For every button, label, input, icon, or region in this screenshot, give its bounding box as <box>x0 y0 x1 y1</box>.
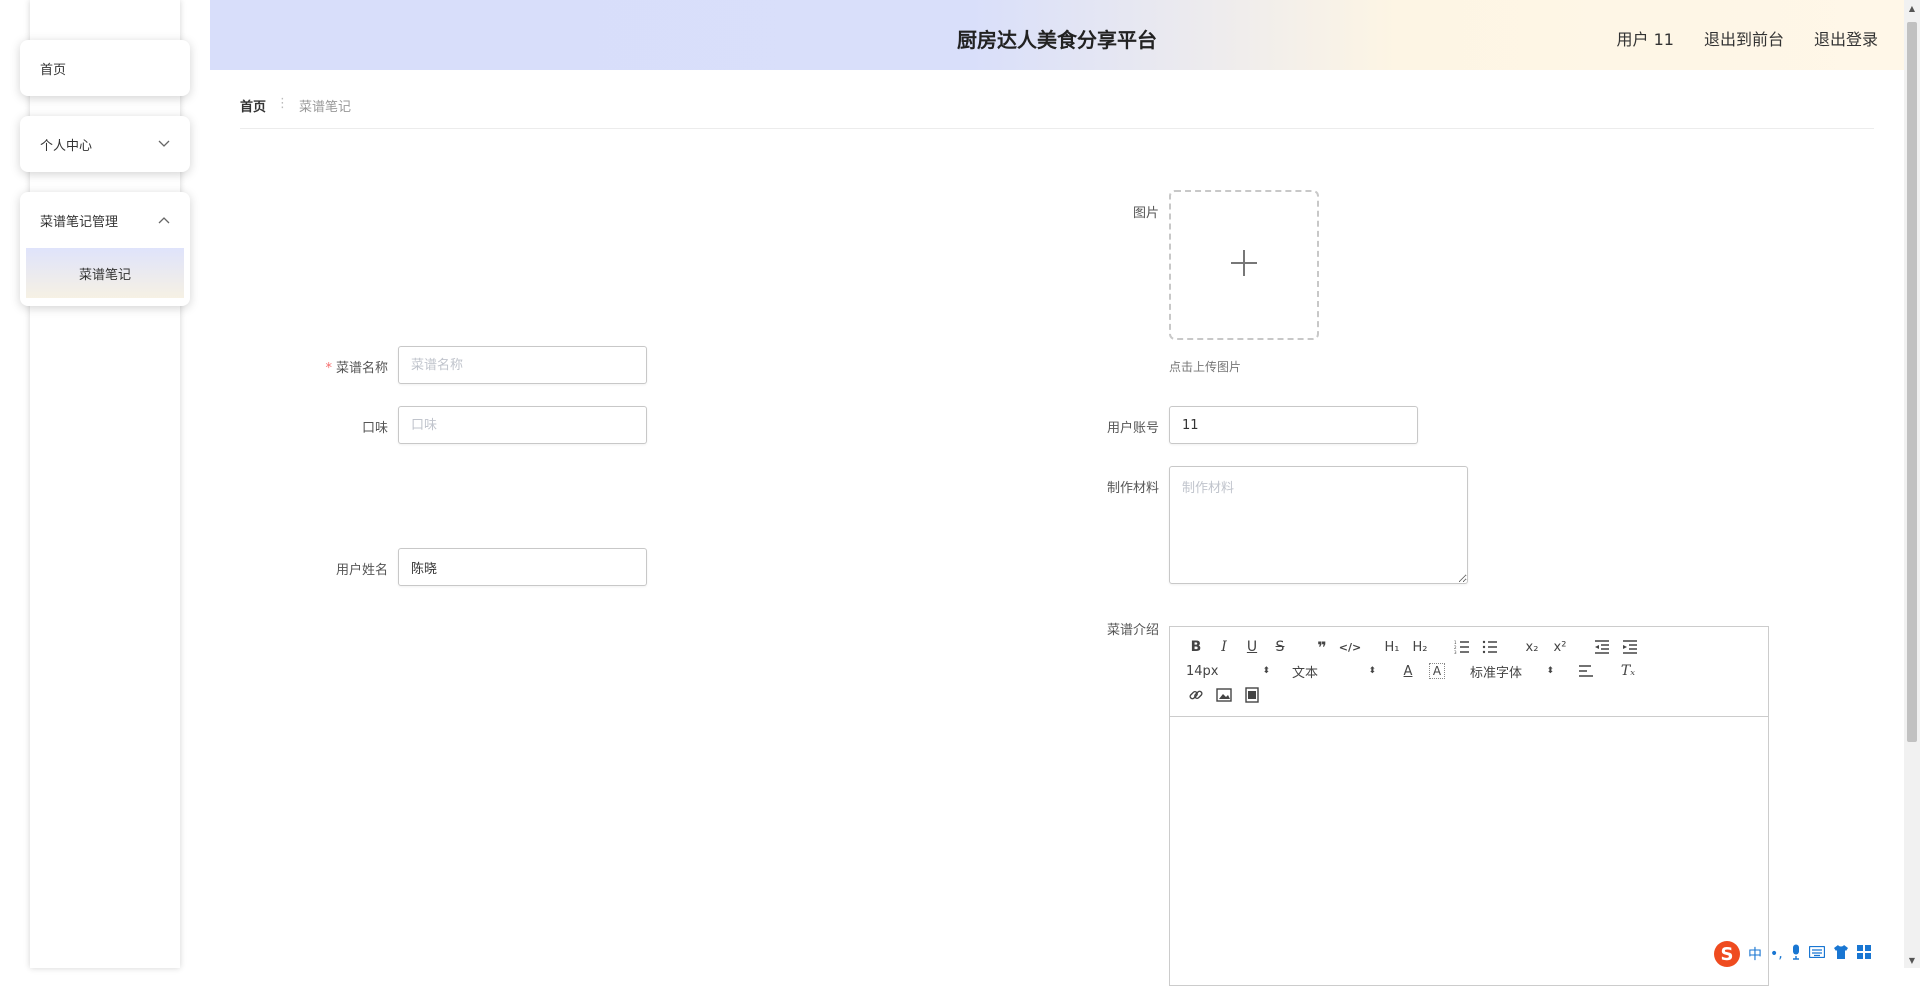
sidebar-item-label: 首页 <box>40 62 67 78</box>
sogou-logo-icon[interactable]: S <box>1714 941 1740 967</box>
logout-link[interactable]: 退出登录 <box>1814 26 1878 50</box>
user-label[interactable]: 用户 11 <box>1617 26 1674 50</box>
punctuation-icon[interactable]: •, <box>1770 946 1783 962</box>
font-size-value: 14px <box>1186 663 1219 679</box>
breadcrumb: 首页 ⋮ 菜谱笔记 <box>240 96 1874 129</box>
paragraph-select[interactable]: 文本 ⬍ <box>1288 662 1380 681</box>
recipe-name-label-text: 菜谱名称 <box>335 361 388 376</box>
recipe-name-input[interactable] <box>398 346 647 384</box>
scroll-up-icon[interactable]: ▲ <box>1904 0 1920 16</box>
ime-mode[interactable]: 中 <box>1748 944 1762 964</box>
intro-label: 菜谱介绍 <box>1106 623 1159 638</box>
breadcrumb-current: 菜谱笔记 <box>299 100 352 115</box>
grid-menu-icon[interactable] <box>1856 945 1871 963</box>
indent-icon[interactable] <box>1616 635 1644 659</box>
keyboard-icon[interactable] <box>1808 945 1825 962</box>
underline-icon[interactable]: U <box>1238 635 1266 659</box>
select-arrows-icon: ⬍ <box>1262 666 1270 676</box>
microphone-icon[interactable] <box>1791 944 1801 964</box>
bullet-list-icon[interactable] <box>1476 635 1504 659</box>
paragraph-value: 文本 <box>1292 665 1319 681</box>
background-color-icon[interactable]: A <box>1429 663 1445 679</box>
taste-input[interactable] <box>398 406 647 444</box>
page-scrollbar[interactable]: ▲ ▼ <box>1904 0 1920 968</box>
outdent-icon[interactable] <box>1588 635 1616 659</box>
font-family-value: 标准字体 <box>1470 665 1523 681</box>
materials-label: 制作材料 <box>1106 481 1159 496</box>
user-account-label: 用户账号 <box>1106 421 1159 436</box>
sidebar-item-label: 菜谱笔记管理 <box>40 214 119 230</box>
ime-toolbar: S 中 •, <box>1714 940 1890 968</box>
subscript-icon[interactable]: x₂ <box>1518 635 1546 659</box>
heading-2-icon[interactable]: H₂ <box>1406 635 1434 659</box>
sidebar-item-personal-center[interactable]: 个人中心 <box>20 116 190 172</box>
chevron-down-icon <box>158 138 170 151</box>
recipe-name-label: * 菜谱名称 <box>268 357 388 376</box>
plus-icon <box>1230 249 1258 281</box>
clear-format-icon[interactable]: Tₓ <box>1614 659 1642 683</box>
font-color-icon[interactable]: A <box>1394 659 1422 683</box>
required-mark: * <box>325 361 332 376</box>
materials-textarea[interactable] <box>1169 466 1468 584</box>
ordered-list-icon[interactable]: 123 <box>1448 635 1476 659</box>
rich-text-editor: B I U S ❞ </> H₁ H₂ 123 x₂ x² 14px ⬍ 文本 … <box>1169 626 1769 986</box>
chevron-up-icon <box>158 214 170 227</box>
skin-icon[interactable] <box>1833 945 1849 963</box>
blockquote-icon[interactable]: ❞ <box>1308 635 1336 659</box>
font-size-select[interactable]: 14px ⬍ <box>1182 664 1274 679</box>
video-icon[interactable] <box>1238 683 1266 707</box>
sidebar-subitem-label: 菜谱笔记 <box>78 267 131 283</box>
editor-toolbar: B I U S ❞ </> H₁ H₂ 123 x₂ x² 14px ⬍ 文本 … <box>1170 627 1768 717</box>
font-family-select[interactable]: 标准字体 ⬍ <box>1466 662 1558 681</box>
scrollbar-thumb[interactable] <box>1907 22 1917 742</box>
top-header: 厨房达人美食分享平台 用户 11 退出到前台 退出登录 <box>210 0 1904 70</box>
breadcrumb-separator-icon: ⋮ <box>276 96 290 111</box>
select-arrows-icon: ⬍ <box>1546 666 1554 676</box>
editor-content-area[interactable] <box>1170 717 1768 987</box>
sidebar-item-home[interactable]: 首页 <box>20 40 190 96</box>
sidebar-subitem-recipe-notes[interactable]: 菜谱笔记 <box>26 248 184 298</box>
image-label: 图片 <box>1132 206 1159 221</box>
strikethrough-icon[interactable]: S <box>1266 635 1294 659</box>
svg-text:3: 3 <box>1454 650 1457 654</box>
taste-label: 口味 <box>361 421 388 436</box>
link-icon[interactable] <box>1182 683 1210 707</box>
user-name-label: 用户姓名 <box>335 563 388 578</box>
upload-hint: 点击上传图片 <box>1169 360 1242 374</box>
sidebar-item-recipe-management[interactable]: 菜谱笔记管理 菜谱笔记 <box>20 192 190 306</box>
sidebar-item-label: 个人中心 <box>40 138 93 154</box>
align-icon[interactable] <box>1572 659 1600 683</box>
heading-1-icon[interactable]: H₁ <box>1378 635 1406 659</box>
image-upload-button[interactable] <box>1169 190 1319 340</box>
code-block-icon[interactable]: </> <box>1336 635 1364 659</box>
back-to-front-link[interactable]: 退出到前台 <box>1704 26 1784 50</box>
superscript-icon[interactable]: x² <box>1546 635 1574 659</box>
user-name-input[interactable] <box>398 548 647 586</box>
scroll-down-icon[interactable]: ▼ <box>1904 952 1920 968</box>
user-account-input[interactable] <box>1169 406 1418 444</box>
italic-icon[interactable]: I <box>1210 635 1238 659</box>
image-icon[interactable] <box>1210 683 1238 707</box>
breadcrumb-home[interactable]: 首页 <box>240 96 266 115</box>
bold-icon[interactable]: B <box>1182 635 1210 659</box>
select-arrows-icon: ⬍ <box>1368 666 1376 676</box>
